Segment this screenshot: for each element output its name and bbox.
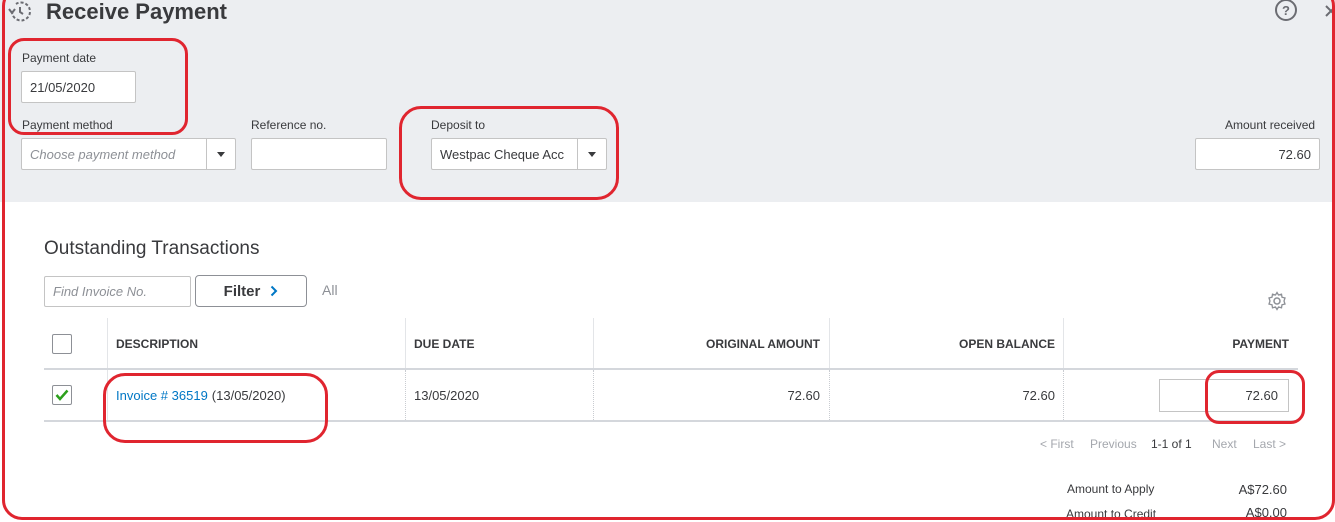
gear-icon[interactable] — [1267, 291, 1287, 311]
original-amount-cell: 72.60 — [787, 387, 820, 403]
page-title: Receive Payment — [46, 0, 227, 24]
column-header-description[interactable]: DESCRIPTION — [116, 318, 198, 370]
help-icon[interactable]: ? — [1274, 0, 1298, 22]
history-icon[interactable] — [8, 1, 36, 23]
amount-received-label: Amount received — [1225, 118, 1316, 132]
payment-date-field[interactable]: 21/05/2020 — [21, 71, 136, 103]
description-cell: Invoice # 36519 (13/05/2020) — [116, 370, 286, 420]
filter-button[interactable]: Filter — [195, 275, 307, 307]
payment-amount-field[interactable]: 72.60 — [1159, 379, 1289, 412]
payment-method-label: Payment method — [22, 118, 113, 132]
chevron-down-icon — [217, 151, 225, 157]
reference-no-field[interactable] — [251, 138, 387, 170]
payment-method-placeholder: Choose payment method — [30, 146, 176, 162]
form-header-panel — [0, 0, 1335, 202]
filter-all-label: All — [322, 282, 338, 298]
payment-method-select[interactable]: Choose payment method — [21, 138, 236, 170]
column-header-open-balance[interactable]: OPEN BALANCE — [829, 318, 1055, 370]
outstanding-transactions-title: Outstanding Transactions — [44, 238, 260, 259]
amount-received-field[interactable]: 72.60 — [1195, 138, 1320, 170]
column-header-original-amount[interactable]: ORIGINAL AMOUNT — [593, 318, 820, 370]
chevron-down-icon — [588, 151, 596, 157]
pagination-first[interactable]: < First — [1040, 437, 1074, 451]
checkmark-icon — [55, 389, 69, 401]
close-icon[interactable] — [1322, 4, 1335, 18]
reference-no-label: Reference no. — [251, 118, 327, 132]
column-header-payment[interactable]: PAYMENT — [1063, 318, 1289, 370]
filter-button-label: Filter — [223, 282, 261, 300]
invoice-link[interactable]: Invoice # 36519 — [116, 388, 208, 403]
amount-to-apply-value: A$72.60 — [1238, 482, 1287, 497]
amount-to-apply-label: Amount to Apply — [1067, 482, 1155, 496]
select-all-checkbox[interactable] — [52, 334, 72, 354]
amount-to-credit-value: A$0.00 — [1245, 505, 1287, 520]
invoice-date: (13/05/2020) — [211, 387, 286, 403]
deposit-to-select[interactable]: Westpac Cheque Acc — [431, 138, 607, 170]
payment-date-label: Payment date — [22, 51, 97, 65]
chevron-right-icon — [271, 285, 278, 297]
pagination-next[interactable]: Next — [1212, 437, 1237, 451]
table-row: Invoice # 36519 (13/05/2020) 13/05/2020 … — [44, 370, 1298, 422]
table-header: DESCRIPTION DUE DATE ORIGINAL AMOUNT OPE… — [44, 318, 1298, 370]
due-date-cell: 13/05/2020 — [414, 387, 480, 403]
select-all-cell — [52, 318, 72, 370]
find-invoice-input[interactable]: Find Invoice No. — [44, 276, 191, 307]
deposit-to-value: Westpac Cheque Acc — [440, 146, 565, 162]
outstanding-transactions-table: DESCRIPTION DUE DATE ORIGINAL AMOUNT OPE… — [44, 318, 1298, 422]
row-checkbox[interactable] — [52, 385, 72, 405]
payment-method-dropdown-button[interactable] — [206, 139, 235, 169]
deposit-to-dropdown-button[interactable] — [577, 139, 606, 169]
pagination-range: 1-1 of 1 — [1151, 437, 1192, 451]
column-header-due-date[interactable]: DUE DATE — [414, 318, 474, 370]
pagination-previous[interactable]: Previous — [1090, 437, 1137, 451]
title-bar: Receive Payment — [8, 0, 227, 24]
svg-text:?: ? — [1282, 3, 1290, 18]
deposit-to-label: Deposit to — [431, 118, 486, 132]
amount-to-credit-label: Amount to Credit — [1066, 507, 1157, 521]
row-select-cell — [52, 370, 72, 420]
pagination-last[interactable]: Last > — [1253, 437, 1286, 451]
open-balance-cell: 72.60 — [1022, 387, 1055, 403]
